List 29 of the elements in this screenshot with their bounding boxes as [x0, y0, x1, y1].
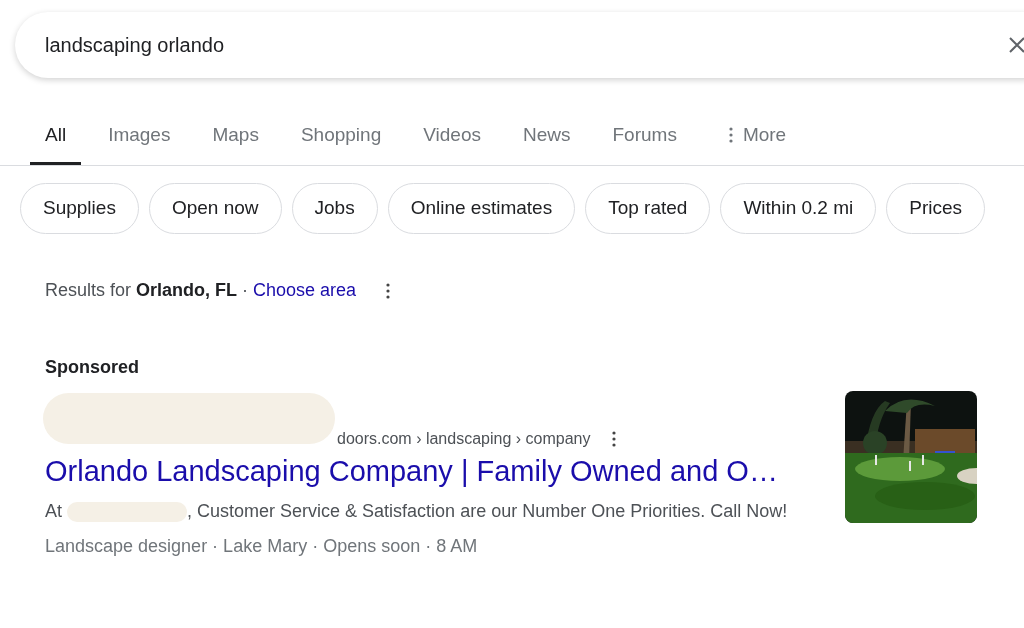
- search-tab[interactable]: Images: [93, 112, 186, 165]
- results-location-text: Results for Orlando, FL ·: [45, 279, 249, 302]
- filter-chip[interactable]: Jobs: [291, 183, 378, 234]
- search-tab[interactable]: News: [507, 112, 586, 165]
- search-field[interactable]: landscaping orlando: [15, 12, 1024, 78]
- sponsored-label: Sponsored: [45, 356, 140, 379]
- filter-chip[interactable]: Open now: [148, 183, 282, 234]
- more-options-icon: [728, 127, 733, 143]
- ad-url[interactable]: doors.com › landscaping › company: [337, 427, 591, 451]
- business-details: Landscape designer · Lake Mary · Opens soon · 8 AM: [45, 535, 479, 558]
- more-options-icon[interactable]: [386, 282, 391, 299]
- search-tab[interactable]: Maps: [197, 112, 274, 165]
- search-tab[interactable]: Videos: [408, 112, 496, 165]
- filter-chip[interactable]: Prices: [886, 183, 985, 234]
- ad-description: , Customer Service & Satisfaction are our Number One Priorities. Call Now!: [187, 501, 788, 521]
- search-tab[interactable]: Shopping: [285, 112, 397, 165]
- search-query: landscaping orlando: [45, 33, 225, 58]
- close-icon[interactable]: [1008, 36, 1024, 54]
- ad-title-link[interactable]: Orlando Landscaping Company | Family Owned and O…: [45, 453, 825, 489]
- more-options-icon[interactable]: [612, 431, 617, 447]
- filter-chip[interactable]: Supplies: [20, 183, 139, 234]
- choose-area-link[interactable]: Choose area: [253, 277, 357, 304]
- search-tab[interactable]: Forums: [597, 112, 692, 165]
- filter-chip[interactable]: Online estimates: [387, 183, 576, 234]
- ad-description: At: [45, 501, 63, 521]
- filter-chip[interactable]: Top rated: [585, 183, 711, 234]
- search-tab[interactable]: All: [30, 112, 82, 165]
- filter-chip[interactable]: Within 0.2 mi: [720, 183, 877, 234]
- more-tab[interactable]: More: [713, 112, 802, 165]
